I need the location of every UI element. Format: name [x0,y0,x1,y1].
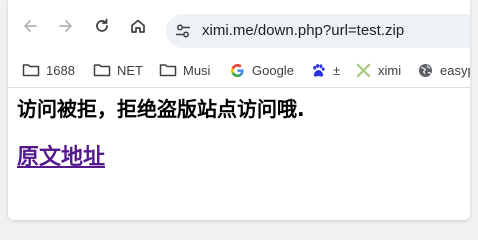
toolbar-divider [8,87,470,88]
folder-icon [22,62,40,78]
baidu-paw-icon [309,62,327,78]
bookmark-baidu[interactable]: ± [309,60,340,80]
browser-toolbar: ximi.me/down.php?url=test.zip [8,0,470,50]
bookmarks-bar: 1688 NET Musi Google ± ximi easy [8,54,470,84]
back-button[interactable] [17,13,43,39]
bookmark-net[interactable]: NET [93,60,143,80]
forward-button[interactable] [53,13,79,39]
bookmark-musi[interactable]: Musi [159,60,210,80]
address-bar[interactable]: ximi.me/down.php?url=test.zip [166,14,470,48]
reload-button[interactable] [89,13,115,39]
bookmark-ximi[interactable]: ximi [354,60,401,80]
page-content: 访问被拒，拒绝盗版站点访问哦. 原文地址 [17,96,467,172]
reload-icon [96,18,108,32]
folder-icon [93,62,111,78]
access-denied-message: 访问被拒，拒绝盗版站点访问哦. [17,97,305,121]
bookmark-1688[interactable]: 1688 [22,60,75,80]
site-info-button[interactable] [174,22,192,40]
url-text[interactable]: ximi.me/down.php?url=test.zip [202,22,404,39]
arrow-right-icon [59,20,72,32]
ximi-icon [354,62,372,78]
home-icon [131,19,145,33]
browser-window: ximi.me/down.php?url=test.zip 1688 NET M… [8,0,470,220]
original-url-link[interactable]: 原文地址 [17,144,105,172]
globe-icon [416,62,434,78]
arrow-left-icon [24,20,37,32]
google-icon [228,62,246,78]
bookmark-label: ± [333,62,341,78]
bookmark-label: ximi [378,62,402,78]
bookmark-easyp[interactable]: easyp [416,60,470,80]
home-button[interactable] [125,13,151,39]
bookmark-label: Google [252,62,294,78]
folder-icon [159,62,177,78]
tune-icon [176,24,190,38]
bookmark-label: NET [117,62,143,78]
bookmark-google[interactable]: Google [228,60,294,80]
bookmark-label: 1688 [46,62,75,78]
bookmark-label: easyp [440,62,470,78]
bookmark-label: Musi [183,62,211,78]
